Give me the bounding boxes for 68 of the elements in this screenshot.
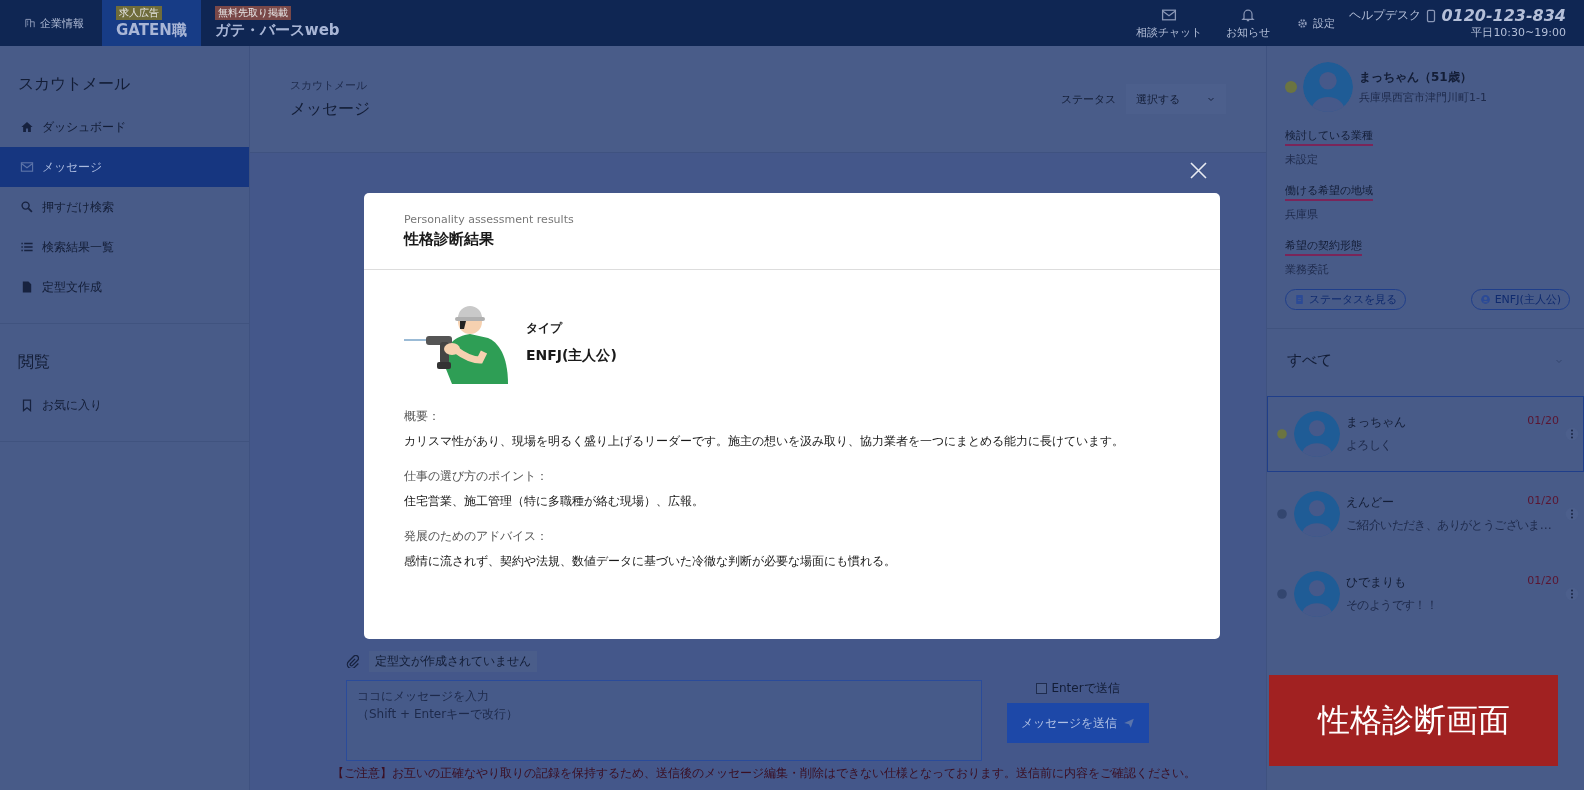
caption-label: 性格診断画面 [1269,675,1558,766]
site-tab[interactable]: 求人広告 GATEN職 [102,0,201,46]
logo-badge: 求人広告 [116,6,162,20]
bookmark-icon [20,398,34,412]
field-label: 働ける希望の地域 [1285,183,1373,201]
phone-number: 0120-123-834 [1441,6,1566,25]
section-text: 住宅営業、施工管理（特に多職種が絡む現場）、広報。 [404,493,705,510]
avatar-icon [1294,411,1340,457]
logo: GATEN職 [116,21,187,40]
person-icon [1479,294,1491,305]
settings-icon [1296,16,1310,30]
modal-title: 性格診断結果 [404,230,495,249]
logo: ガテ・バースweb [214,21,340,40]
mail-icon [20,160,34,174]
contact-name: ひでまりも [1346,574,1406,591]
logo-badge: 無料先取り掲載 [214,6,291,20]
list-icon [20,240,34,254]
sidebar-item[interactable]: ダッシュボード [0,107,249,147]
paperclip-icon[interactable] [346,655,359,668]
type-value: ENFJ(主人公) [526,346,617,365]
helpdesk-label: ヘルプデスク [1349,7,1422,24]
status-label: ステータス [1061,91,1116,107]
section-heading: 発展のためのアドバイス： [404,528,549,545]
document-icon [20,280,34,294]
header-nav-item[interactable]: 相談チャット [1136,6,1203,40]
clipboard-icon [1294,294,1305,305]
settings-menu[interactable]: 設定 [1296,15,1336,31]
building-icon [24,17,36,29]
avatar-icon [1294,491,1340,537]
checkbox[interactable] [1036,683,1048,694]
section-heading: 仕事の選び方のポイント： [404,468,549,485]
sidebar-item[interactable]: 検索結果一覧 [0,227,249,267]
sidebar-item[interactable]: 押すだけ検索 [0,187,249,227]
field-label: 検討している業種 [1285,128,1373,146]
message-date: 01/20 [1527,574,1559,589]
field-label: 希望の契約形態 [1285,238,1362,256]
send-icon [1123,717,1135,729]
header-nav-item[interactable]: お知らせ [1226,6,1271,40]
section-heading: 概要： [404,408,441,425]
template-dropdown[interactable]: 定型文が作成されていません [369,651,537,672]
business-hours: 平日10:30~19:00 [1471,25,1566,40]
sidebar-item[interactable]: 定型文作成 [0,267,249,307]
site-tab[interactable]: 無料先取り掲載 ガテ・バースweb [200,0,354,46]
filter-dropdown[interactable]: すべて [1267,329,1584,392]
contact-name: まっちゃん [1346,414,1406,431]
notice-text: 【ご注意】お互いの正確なやり取りの記録を保持するため、送信後のメッセージ編集・削除はできない仕様となっております。送信前に内容をご確認ください。 [332,765,1197,782]
message-date: 01/20 [1527,494,1559,509]
sidebar-item[interactable]: メッセージ [0,147,249,187]
company-link[interactable]: 企業情報 [40,15,84,31]
type-label: タイプ [526,319,564,337]
section-text: カリスマ性があり、現場を明るく盛り上げるリーダーです。施主の想いを汲み取り、協力業者を一つにまとめる能力に長けています。 [404,433,1125,450]
section-title: 閲覧 [17,352,51,373]
sidebar-item[interactable]: お気に入り [0,385,249,425]
contact-name: えんどー [1346,494,1394,511]
modal-subtitle: Personality assessment results [404,213,575,226]
checkbox-label: Enterで送信 [1051,680,1120,697]
search-icon [20,200,34,214]
status-dot [1285,81,1297,93]
profile-name: まっちゃん（51歳） [1359,69,1473,86]
avatar-icon [1303,62,1353,112]
send-button[interactable]: メッセージを送信 [1007,703,1149,743]
section-title: スカウトメール [17,74,131,95]
message-date: 01/20 [1527,414,1559,429]
page-title: メッセージ [290,99,371,120]
home-icon [20,120,34,134]
section-text: 感情に流されず、契約や法規、数値データに基づいた冷徹な判断が必要な場面にも慣れる。 [404,553,897,570]
close-icon[interactable] [1190,162,1207,179]
avatar-icon [1294,571,1340,617]
